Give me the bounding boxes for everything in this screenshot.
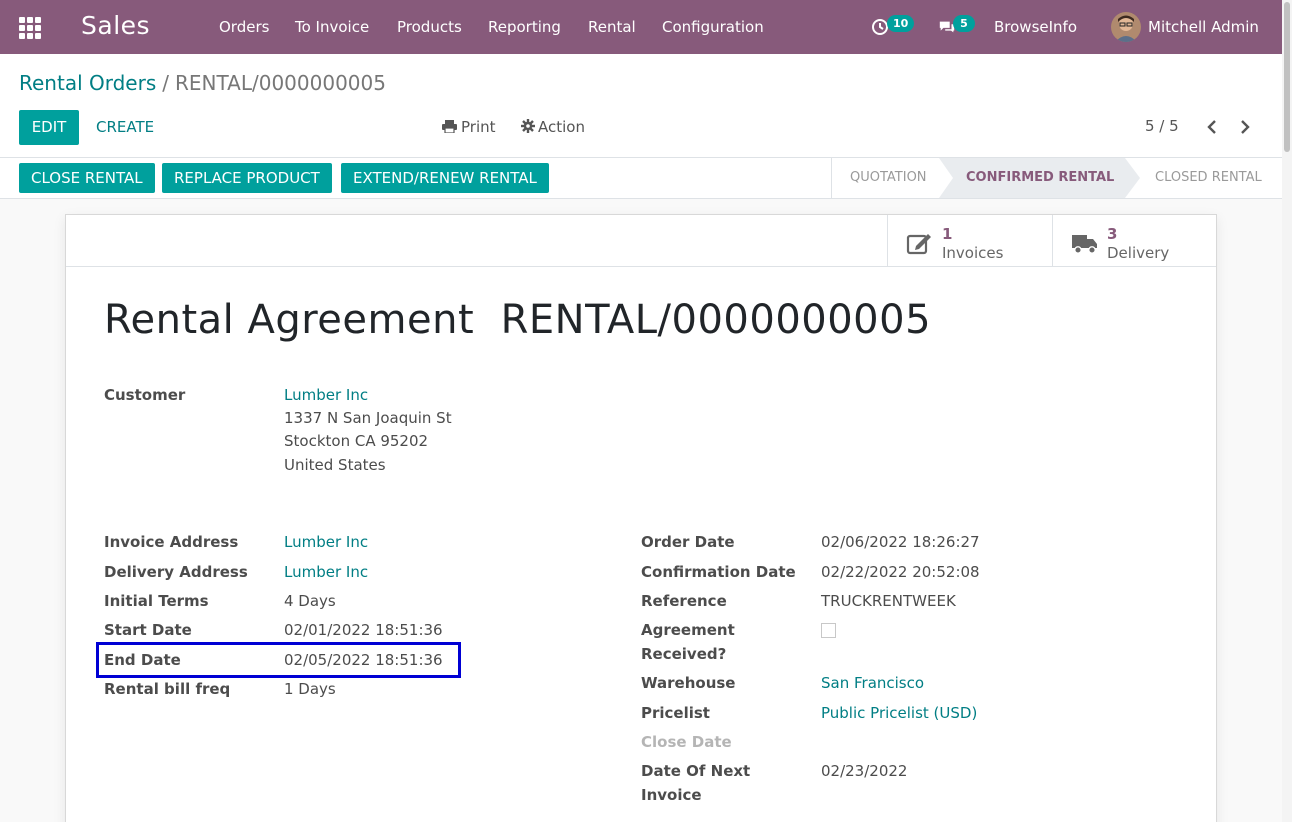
menu-orders[interactable]: Orders [219, 18, 269, 36]
warehouse-link[interactable]: San Francisco [821, 674, 924, 692]
breadcrumb-current: RENTAL/0000000005 [175, 71, 386, 95]
company-switcher[interactable]: BrowseInfo [994, 18, 1077, 36]
warehouse-label: Warehouse [641, 674, 736, 692]
menu-reporting[interactable]: Reporting [488, 18, 561, 36]
next-invoice-date-label-line2: Invoice [641, 786, 702, 804]
invoices-count: 1 [942, 225, 953, 243]
replace-product-button[interactable]: REPLACE PRODUCT [162, 163, 332, 193]
delivery-smart-button[interactable]: 3 Delivery [1052, 215, 1217, 267]
smart-button-box: 1 Invoices 3 Delivery [66, 215, 1216, 267]
reference-value: TRUCKRENTWEEK [821, 592, 956, 610]
pricelist-link[interactable]: Public Pricelist (USD) [821, 704, 977, 722]
invoice-address-link[interactable]: Lumber Inc [284, 533, 368, 551]
title-prefix: Rental Agreement [104, 297, 475, 343]
top-navbar: Sales Orders To Invoice Products Reporti… [0, 0, 1282, 54]
pencil-square-icon [906, 234, 931, 255]
print-icon [442, 120, 457, 134]
next-invoice-date-label-line1: Date Of Next [641, 762, 751, 780]
customer-link[interactable]: Lumber Inc [284, 386, 368, 404]
activity-count-badge: 10 [887, 15, 915, 32]
customer-label: Customer [104, 386, 186, 404]
print-dropdown[interactable]: Print [442, 118, 496, 136]
app-menu-grid-icon[interactable] [19, 17, 41, 39]
chevron-right-icon[interactable] [1238, 120, 1252, 134]
rental-bill-freq-label: Rental bill freq [104, 680, 231, 698]
breadcrumb-rental-orders[interactable]: Rental Orders [19, 71, 156, 95]
action-dropdown[interactable]: Action [521, 118, 585, 136]
rental-bill-freq-value: 1 Days [284, 680, 336, 698]
close-date-label: Close Date [641, 733, 732, 751]
confirmation-date-value: 02/22/2022 20:52:08 [821, 563, 980, 581]
gear-icon [521, 119, 535, 133]
order-date-value: 02/06/2022 18:26:27 [821, 533, 980, 551]
delivery-address-label: Delivery Address [104, 563, 248, 581]
user-menu[interactable]: Mitchell Admin [1148, 18, 1259, 36]
create-button[interactable]: CREATE [96, 118, 154, 136]
next-invoice-date-value: 02/23/2022 [821, 762, 908, 780]
invoices-label: Invoices [942, 244, 1004, 262]
message-count-badge: 5 [953, 15, 975, 32]
reference-label: Reference [641, 592, 727, 610]
breadcrumb-separator: / [162, 71, 169, 95]
invoices-smart-button[interactable]: 1 Invoices [887, 215, 1052, 267]
agreement-received-checkbox[interactable] [821, 623, 836, 638]
agreement-received-label-line2: Received? [641, 645, 727, 663]
initial-terms-value: 4 Days [284, 592, 336, 610]
scrollbar-thumb[interactable] [1284, 2, 1290, 152]
pager-value[interactable]: 5 / 5 [1145, 117, 1179, 135]
stage-confirmed-rental[interactable]: CONFIRMED RENTAL [966, 158, 1114, 198]
invoice-address-label: Invoice Address [104, 533, 239, 551]
user-avatar[interactable] [1111, 12, 1141, 42]
customer-street: 1337 N San Joaquin St [284, 409, 452, 427]
menu-products[interactable]: Products [397, 18, 462, 36]
end-date-value: 02/05/2022 18:51:36 [284, 651, 443, 669]
form-sheet: 1 Invoices 3 Delivery Rental Agreement R… [65, 214, 1217, 822]
delivery-address-link[interactable]: Lumber Inc [284, 563, 368, 581]
extend-renew-rental-button[interactable]: EXTEND/RENEW RENTAL [341, 163, 549, 193]
status-bar: CLOSE RENTAL REPLACE PRODUCT EXTEND/RENE… [0, 157, 1282, 199]
menu-configuration[interactable]: Configuration [662, 18, 764, 36]
truck-icon [1072, 235, 1097, 254]
menu-to-invoice[interactable]: To Invoice [295, 18, 369, 36]
title-order-number: RENTAL/0000000005 [500, 297, 932, 343]
start-date-label: Start Date [104, 621, 192, 639]
close-rental-button[interactable]: CLOSE RENTAL [19, 163, 155, 193]
pricelist-label: Pricelist [641, 704, 710, 722]
end-date-label: End Date [104, 651, 181, 669]
breadcrumb: Rental Orders / RENTAL/0000000005 [19, 71, 386, 95]
stage-quotation[interactable]: QUOTATION [850, 158, 927, 198]
menu-rental[interactable]: Rental [588, 18, 636, 36]
page-title: Rental Agreement RENTAL/0000000005 [104, 297, 931, 343]
delivery-label: Delivery [1107, 244, 1170, 262]
customer-city: Stockton CA 95202 [284, 432, 429, 450]
confirmation-date-label: Confirmation Date [641, 563, 796, 581]
page-scrollbar[interactable] [1282, 0, 1292, 822]
stage-pipeline: QUOTATION CONFIRMED RENTAL CLOSED RENTAL [831, 158, 1282, 198]
print-label: Print [461, 118, 496, 136]
action-label: Action [538, 118, 585, 136]
chevron-left-icon[interactable] [1205, 120, 1219, 134]
stage-closed-rental[interactable]: CLOSED RENTAL [1155, 158, 1262, 198]
app-brand[interactable]: Sales [81, 11, 150, 40]
edit-button[interactable]: EDIT [19, 110, 79, 145]
agreement-received-label-line1: Agreement [641, 621, 735, 639]
initial-terms-label: Initial Terms [104, 592, 209, 610]
order-date-label: Order Date [641, 533, 735, 551]
start-date-value: 02/01/2022 18:51:36 [284, 621, 443, 639]
customer-country: United States [284, 456, 386, 474]
delivery-count: 3 [1107, 225, 1118, 243]
